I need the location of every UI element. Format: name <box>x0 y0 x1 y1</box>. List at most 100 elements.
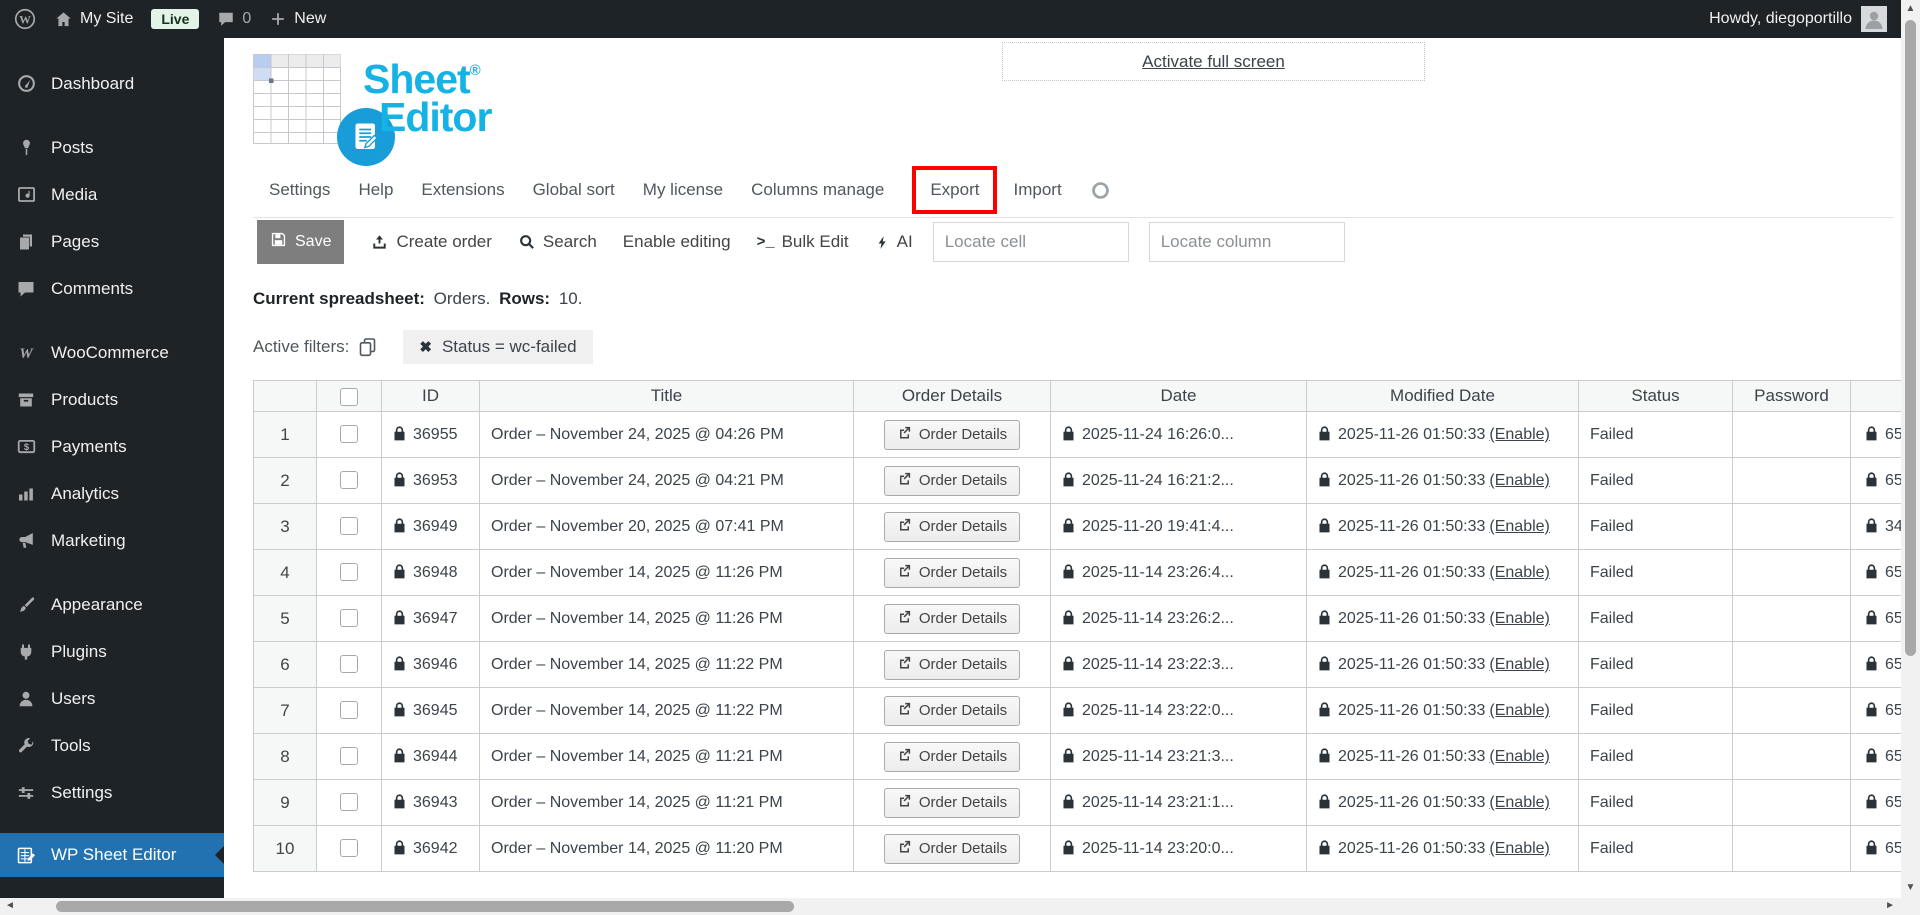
scroll-right-icon[interactable]: ► <box>1885 900 1895 911</box>
row-checkbox[interactable] <box>340 701 358 720</box>
menu-item-my-license[interactable]: My license <box>643 180 723 200</box>
modified-date-cell[interactable]: 2025-11-26 01:50:33 (Enable) <box>1306 779 1579 826</box>
howdy-account-link[interactable]: Howdy, diegoportillo <box>1709 10 1852 28</box>
column-header-0[interactable] <box>253 380 317 412</box>
order-details-button[interactable]: Order Details <box>883 741 1021 772</box>
row-number-cell[interactable]: 2 <box>253 457 317 504</box>
title-cell[interactable]: Order – November 24, 2025 @ 04:26 PM <box>479 411 854 458</box>
row-checkbox[interactable] <box>340 839 358 858</box>
password-cell[interactable] <box>1732 779 1851 826</box>
wordpress-menu[interactable]: W <box>14 8 36 30</box>
select-all-header[interactable] <box>316 380 382 412</box>
date-cell[interactable]: 2025-11-24 16:26:0... <box>1050 411 1307 458</box>
order-details-button[interactable]: Order Details <box>883 787 1021 818</box>
enable-link[interactable]: (Enable) <box>1489 656 1549 673</box>
column-header-date[interactable]: Date <box>1050 380 1307 412</box>
my-site-link[interactable]: My Site <box>54 10 133 29</box>
enable-link[interactable]: (Enable) <box>1489 426 1549 443</box>
menu-item-settings[interactable]: Settings <box>269 180 330 200</box>
id-cell[interactable]: 36955 <box>381 411 480 458</box>
sidebar-item-users[interactable]: Users <box>0 675 224 722</box>
enable-link[interactable]: (Enable) <box>1489 472 1549 489</box>
sidebar-item-appearance[interactable]: Appearance <box>0 581 224 628</box>
password-cell[interactable] <box>1732 411 1851 458</box>
vertical-scrollbar-thumb[interactable] <box>1905 20 1916 656</box>
remove-filter-icon[interactable]: ✖ <box>419 338 432 356</box>
password-cell[interactable] <box>1732 687 1851 734</box>
row-number-cell[interactable]: 4 <box>253 549 317 596</box>
comments-adminbar-link[interactable]: 0 <box>217 10 251 28</box>
date-cell[interactable]: 2025-11-14 23:22:0... <box>1050 687 1307 734</box>
title-cell[interactable]: Order – November 20, 2025 @ 07:41 PM <box>479 503 854 550</box>
id-cell[interactable]: 36953 <box>381 457 480 504</box>
row-checkbox[interactable] <box>340 425 358 444</box>
scroll-down-icon[interactable]: ▼ <box>1901 882 1920 893</box>
sidebar-item-marketing[interactable]: Marketing <box>0 517 224 564</box>
password-cell[interactable] <box>1732 457 1851 504</box>
modified-date-cell[interactable]: 2025-11-26 01:50:33 (Enable) <box>1306 733 1579 780</box>
status-cell[interactable]: Failed <box>1578 411 1733 458</box>
date-cell[interactable]: 2025-11-14 23:26:4... <box>1050 549 1307 596</box>
menu-item-export[interactable]: Export <box>930 180 979 199</box>
date-cell[interactable]: 2025-11-24 16:21:2... <box>1050 457 1307 504</box>
extra-cell[interactable]: 65 <box>1850 411 1901 458</box>
sidebar-item-posts[interactable]: Posts <box>0 124 224 171</box>
row-checkbox[interactable] <box>340 471 358 490</box>
status-cell[interactable]: Failed <box>1578 641 1733 688</box>
row-checkbox[interactable] <box>340 793 358 812</box>
row-checkbox[interactable] <box>340 517 358 536</box>
horizontal-scrollbar-thumb[interactable] <box>56 901 794 912</box>
password-cell[interactable] <box>1732 549 1851 596</box>
password-cell[interactable] <box>1732 503 1851 550</box>
enable-link[interactable]: (Enable) <box>1489 564 1549 581</box>
row-number-cell[interactable]: 1 <box>253 411 317 458</box>
date-cell[interactable]: 2025-11-14 23:22:3... <box>1050 641 1307 688</box>
modified-date-cell[interactable]: 2025-11-26 01:50:33 (Enable) <box>1306 457 1579 504</box>
vertical-scrollbar[interactable]: ▲ ▼ <box>1901 0 1920 898</box>
id-cell[interactable]: 36948 <box>381 549 480 596</box>
locate-column-input[interactable] <box>1148 222 1345 262</box>
enable-link[interactable]: (Enable) <box>1489 840 1549 857</box>
create-order-button[interactable]: Create order <box>370 232 492 252</box>
extra-cell[interactable]: 65 <box>1850 595 1901 642</box>
row-number-cell[interactable]: 5 <box>253 595 317 642</box>
date-cell[interactable]: 2025-11-14 23:21:1... <box>1050 779 1307 826</box>
password-cell[interactable] <box>1732 733 1851 780</box>
password-cell[interactable] <box>1732 595 1851 642</box>
password-cell[interactable] <box>1732 641 1851 688</box>
enable-link[interactable]: (Enable) <box>1489 702 1549 719</box>
sidebar-item-payments[interactable]: $ Payments <box>0 423 224 470</box>
enable-link[interactable]: (Enable) <box>1489 794 1549 811</box>
sidebar-item-pages[interactable]: Pages <box>0 218 224 265</box>
column-header-9[interactable] <box>1850 380 1901 412</box>
extra-cell[interactable]: 65 <box>1850 825 1901 872</box>
title-cell[interactable]: Order – November 14, 2025 @ 11:26 PM <box>479 549 854 596</box>
new-content-button[interactable]: New <box>269 10 326 28</box>
sidebar-item-comments[interactable]: Comments <box>0 265 224 312</box>
row-number-cell[interactable]: 10 <box>253 825 317 872</box>
column-header-status[interactable]: Status <box>1578 380 1733 412</box>
date-cell[interactable]: 2025-11-14 23:26:2... <box>1050 595 1307 642</box>
order-details-button[interactable]: Order Details <box>883 649 1021 680</box>
select-all-checkbox[interactable] <box>340 387 358 406</box>
order-details-button[interactable]: Order Details <box>883 419 1021 450</box>
ai-button[interactable]: AI <box>875 232 913 252</box>
modified-date-cell[interactable]: 2025-11-26 01:50:33 (Enable) <box>1306 825 1579 872</box>
modified-date-cell[interactable]: 2025-11-26 01:50:33 (Enable) <box>1306 549 1579 596</box>
date-cell[interactable]: 2025-11-14 23:20:0... <box>1050 825 1307 872</box>
status-cell[interactable]: Failed <box>1578 825 1733 872</box>
scroll-left-icon[interactable]: ◄ <box>5 900 15 911</box>
extra-cell[interactable]: 65 <box>1850 549 1901 596</box>
id-cell[interactable]: 36944 <box>381 733 480 780</box>
status-cell[interactable]: Failed <box>1578 595 1733 642</box>
title-cell[interactable]: Order – November 14, 2025 @ 11:21 PM <box>479 733 854 780</box>
order-details-button[interactable]: Order Details <box>883 465 1021 496</box>
extra-cell[interactable]: 65 <box>1850 457 1901 504</box>
row-checkbox[interactable] <box>340 563 358 582</box>
horizontal-scrollbar[interactable]: ◄ ► <box>0 898 1901 915</box>
column-header-title[interactable]: Title <box>479 380 854 412</box>
id-cell[interactable]: 36943 <box>381 779 480 826</box>
row-number-cell[interactable]: 7 <box>253 687 317 734</box>
password-cell[interactable] <box>1732 825 1851 872</box>
extra-cell[interactable]: 34 <box>1850 503 1901 550</box>
